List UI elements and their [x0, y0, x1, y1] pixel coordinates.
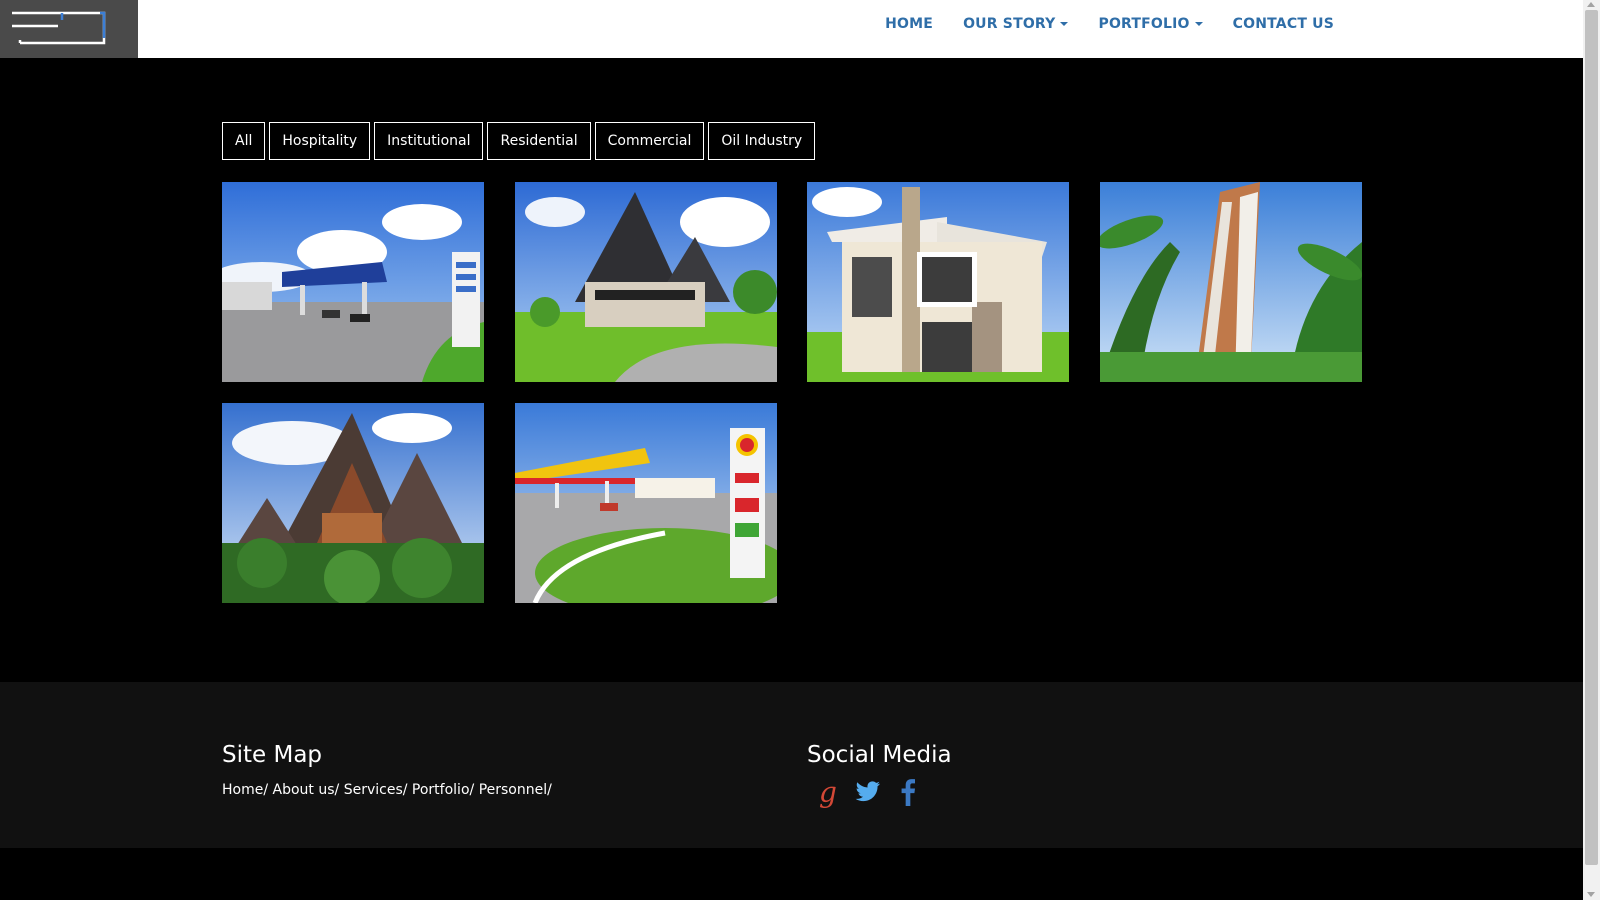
filter-hospitality-button[interactable]: Hospitality [269, 122, 371, 160]
portfolio-filters: All Hospitality Institutional Residentia… [222, 122, 819, 160]
highrise-tower-image [1100, 182, 1362, 382]
sitemap-links: Home / About us / Services / Portfolio / Per… [222, 782, 552, 798]
modern-house-image [807, 182, 1069, 382]
link-separator: / [334, 782, 344, 798]
twitter-icon[interactable] [855, 777, 881, 807]
filter-oil-industry-button[interactable]: Oil Industry [708, 122, 816, 160]
gallery-item-a-frame-villa[interactable] [515, 182, 777, 382]
caret-down-icon [1060, 22, 1069, 26]
scroll-down-arrow-icon[interactable] [1587, 892, 1595, 897]
scrollbar-thumb[interactable] [1585, 10, 1598, 865]
nav-home[interactable]: HOME [885, 16, 933, 32]
scroll-up-arrow-icon[interactable] [1587, 2, 1595, 7]
filter-commercial-button[interactable]: Commercial [594, 122, 705, 160]
gallery-item-highrise-tower[interactable] [1100, 182, 1362, 382]
nav-label: HOME [885, 16, 934, 32]
gallery-item-petrol-station[interactable] [222, 182, 484, 382]
a-frame-lodge-image [222, 403, 484, 603]
link-separator: / [469, 782, 479, 798]
nav-portfolio[interactable]: PORTFOLIO [1098, 16, 1203, 32]
link-separator: / [402, 782, 412, 798]
shell-station-image [515, 403, 777, 603]
link-separator: / [547, 782, 552, 798]
social-media-heading: Social Media [807, 742, 952, 768]
page-scrollbar[interactable] [1583, 0, 1600, 900]
social-icons: g [815, 776, 935, 809]
link-separator: / [263, 782, 273, 798]
filter-residential-button[interactable]: Residential [487, 122, 591, 160]
filter-all-button[interactable]: All [222, 122, 266, 160]
logo-icon [12, 11, 106, 45]
sitemap-link-home[interactable]: Home [222, 782, 263, 798]
gallery-item-shell-station[interactable] [515, 403, 777, 603]
nav-label: PORTFOLIO [1098, 16, 1190, 32]
gallery-item-modern-house[interactable] [807, 182, 1069, 382]
bottom-bar [0, 848, 1583, 900]
sitemap-link-portfolio[interactable]: Portfolio [412, 782, 470, 798]
facebook-icon[interactable] [895, 777, 921, 807]
a-frame-villa-image [515, 182, 777, 382]
caret-down-icon [1194, 22, 1203, 26]
main-nav: HOME OUR STORY PORTFOLIO CONTACT US [855, 0, 1334, 48]
petrol-station-image [222, 182, 484, 382]
logo[interactable] [0, 0, 138, 58]
nav-label: CONTACT US [1232, 16, 1334, 32]
nav-contact-us[interactable]: CONTACT US [1233, 16, 1334, 32]
site-header: HOME OUR STORY PORTFOLIO CONTACT US [0, 0, 1583, 58]
site-footer: Site Map Home / About us / Services / Portf… [0, 682, 1583, 848]
nav-our-story[interactable]: OUR STORY [963, 16, 1069, 32]
sitemap-heading: Site Map [222, 742, 323, 768]
google-plus-icon[interactable]: g [815, 776, 841, 809]
filter-institutional-button[interactable]: Institutional [374, 122, 484, 160]
gallery-item-a-frame-lodge[interactable] [222, 403, 484, 603]
sitemap-link-about-us[interactable]: About us [273, 782, 335, 798]
sitemap-link-services[interactable]: Services [344, 782, 403, 798]
sitemap-link-personnel[interactable]: Personnel [479, 782, 547, 798]
nav-label: OUR STORY [963, 16, 1056, 32]
